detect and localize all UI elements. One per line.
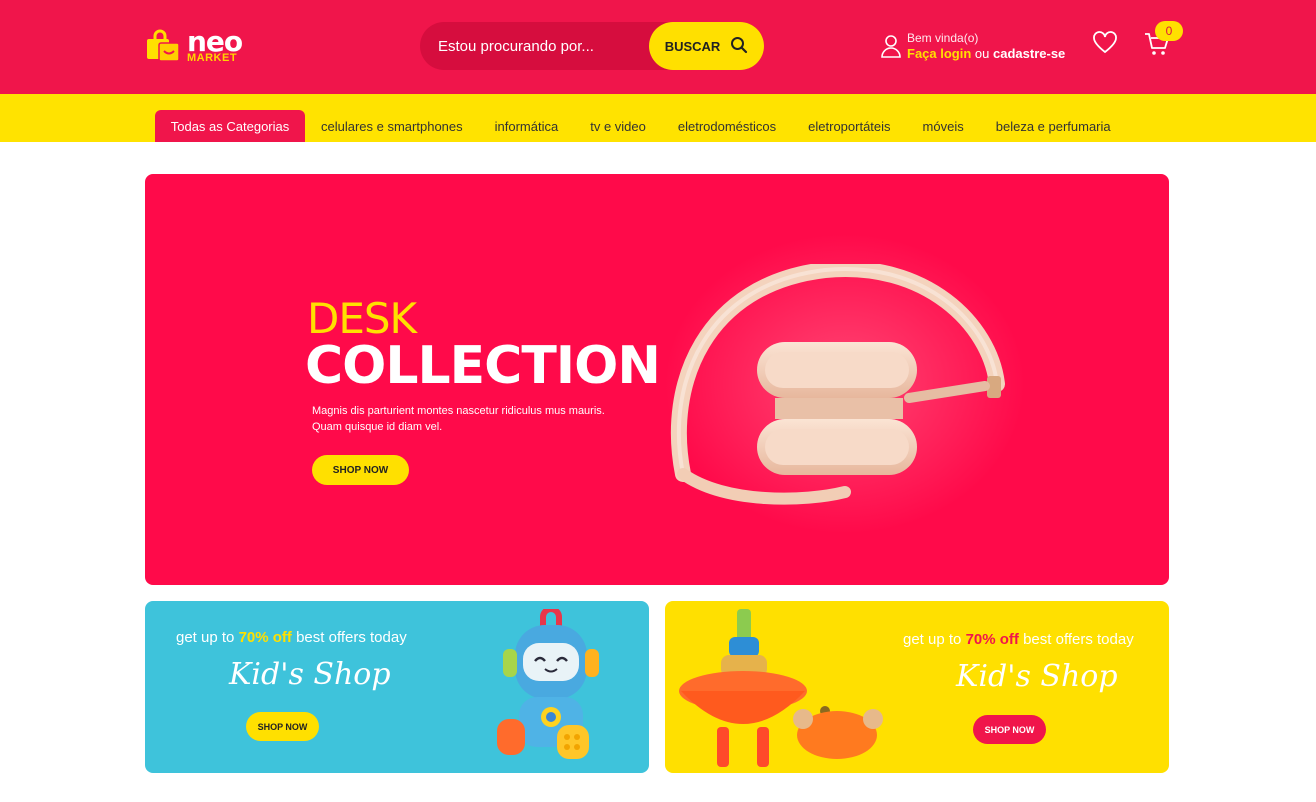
promo-card-kids-yellow[interactable]: get up to 70% off best offers today Kid'… [665,601,1169,773]
category-item[interactable]: móveis [907,119,980,134]
user-icon[interactable] [880,32,902,62]
logo-text: neo MARKET [187,28,243,64]
offer-highlight: 70% off [965,631,1019,648]
category-item[interactable]: celulares e smartphones [305,119,479,134]
offer-suffix: best offers today [1023,631,1134,648]
category-item[interactable]: eletroportáteis [792,119,906,134]
promo-title: Kid's Shop [229,657,391,692]
register-link[interactable]: cadastre-se [993,46,1065,61]
search-button-label: BUSCAR [664,38,721,54]
stacking-toy-image [677,607,887,773]
logo[interactable]: neo MARKET [145,27,245,65]
promo-offer-text: get up to 70% off best offers today [903,631,1134,648]
promo-shop-now-button[interactable]: SHOP NOW [246,712,319,741]
search-icon [730,36,748,57]
promo-card-kids-blue[interactable]: get up to 70% off best offers today Kid'… [145,601,649,773]
offer-suffix: best offers today [296,629,407,646]
hero-banner: DESK COLLECTION Magnis dis parturient mo… [145,174,1169,585]
heart-icon[interactable] [1092,31,1118,55]
category-list: celulares e smartphones informática tv e… [305,110,1127,142]
category-item[interactable]: beleza e perfumaria [980,119,1127,134]
account-area: Bem vinda(o) Faça login ou cadastre-se [880,30,1080,66]
search-button[interactable]: BUSCAR [649,22,764,70]
promo-offer-text: get up to 70% off best offers today [176,629,407,646]
or-text: ou [974,46,990,61]
search-input[interactable] [420,22,660,70]
offer-highlight: 70% off [238,629,292,646]
cart-count-badge: 0 [1155,21,1183,41]
offer-prefix: get up to [903,631,962,648]
category-item[interactable]: eletrodomésticos [662,119,792,134]
login-link[interactable]: Faça login [907,46,971,61]
hero-shop-now-button[interactable]: SHOP NOW [312,455,409,485]
promo-shop-now-button[interactable]: SHOP NOW [973,715,1046,744]
welcome-text: Bem vinda(o) [907,31,979,45]
promo-title: Kid's Shop [956,659,1118,694]
shopping-bag-icon [145,29,181,63]
hero-title-line2: COLLECTION [305,336,661,396]
robot-toy-image [495,606,605,773]
login-line: Faça login ou cadastre-se [907,46,1065,62]
search-bar: BUSCAR [420,22,764,70]
category-bar: Todas as Categorias celulares e smartpho… [0,94,1316,142]
category-item[interactable]: informática [479,119,575,134]
top-header: neo MARKET BUSCAR Bem vinda(o) F [0,0,1316,94]
offer-prefix: get up to [176,629,235,646]
hero-description: Magnis dis parturient montes nascetur ri… [312,405,605,433]
logo-tagline: MARKET [187,52,238,64]
category-all[interactable]: Todas as Categorias [155,110,305,142]
headphones-image [665,260,1005,514]
account-text: Bem vinda(o) Faça login ou cadastre-se [907,30,1065,62]
category-item[interactable]: tv e video [574,119,662,134]
